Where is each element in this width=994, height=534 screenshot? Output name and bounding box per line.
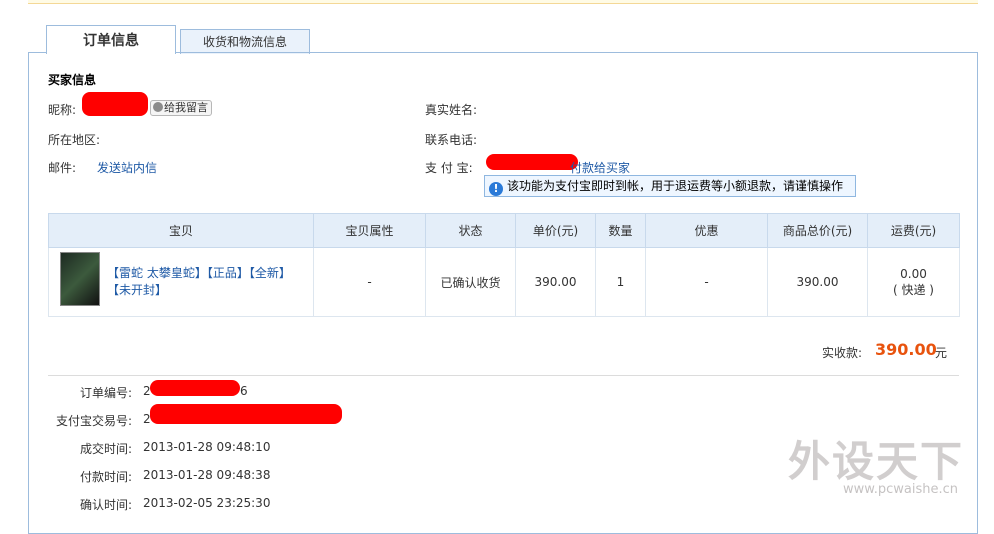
redaction-alipay-no	[150, 404, 342, 424]
alipay-no-label: 支付宝交易号:	[55, 414, 132, 428]
received-amount-value: 390.00	[875, 340, 937, 359]
item-attributes: -	[313, 247, 426, 317]
confirm-time-label: 确认时间:	[79, 498, 132, 512]
item-discount: -	[645, 247, 768, 317]
nickname-label: 昵称:	[48, 103, 77, 117]
chat-icon	[153, 102, 163, 112]
received-amount-label: 实收款:	[822, 346, 863, 360]
item-shipping-method: ( 快递 )	[893, 282, 934, 297]
real-name-label: 真实姓名:	[425, 103, 478, 117]
table-row: 【雷蛇 太攀皇蛇】【正品】【全新】【未开封】 - 已确认收货 390.00 1 …	[48, 247, 960, 317]
alipay-tip-text: 该功能为支付宝即时到帐，用于退运费等小额退款，请谨慎操作	[507, 179, 844, 193]
top-notice-bar	[28, 0, 978, 4]
tab-shipping-info[interactable]: 收货和物流信息	[180, 29, 310, 54]
column-header: 优惠	[645, 213, 768, 248]
redaction-nickname	[82, 92, 148, 116]
column-header: 宝贝	[48, 213, 314, 248]
redaction-order-no	[150, 380, 240, 396]
divider	[48, 375, 959, 376]
deal-time-label: 成交时间:	[79, 442, 132, 456]
column-header: 商品总价(元)	[767, 213, 868, 248]
pay-to-buyer-link[interactable]: 付款给买家	[570, 159, 630, 176]
leave-message-button[interactable]: 给我留言	[150, 100, 212, 116]
items-table: 宝贝 宝贝属性 状态 单价(元) 数量 优惠 商品总价(元) 运费(元) 【雷蛇…	[48, 213, 960, 317]
pay-time: 2013-01-28 09:48:38	[143, 468, 271, 482]
table-header-row: 宝贝 宝贝属性 状态 单价(元) 数量 优惠 商品总价(元) 运费(元)	[48, 213, 960, 248]
column-header: 数量	[595, 213, 646, 248]
item-shipping: 0.00	[900, 266, 927, 281]
column-header: 运费(元)	[867, 213, 960, 248]
email-label: 邮件:	[48, 161, 77, 175]
region-label: 所在地区:	[48, 133, 101, 147]
pay-time-label: 付款时间:	[79, 470, 132, 484]
column-header: 单价(元)	[515, 213, 596, 248]
column-header: 状态	[425, 213, 516, 248]
alipay-label: 支 付 宝:	[425, 161, 473, 175]
item-status: 已确认收货	[425, 247, 516, 317]
tab-order-info[interactable]: 订单信息	[46, 25, 176, 54]
alipay-tip: ! 该功能为支付宝即时到帐，用于退运费等小额退款，请谨慎操作	[484, 175, 856, 197]
confirm-time: 2013-02-05 23:25:30	[143, 496, 271, 510]
watermark-url: www.pcwaishe.cn	[843, 482, 958, 497]
order-no-label: 订单编号:	[79, 386, 132, 400]
item-quantity: 1	[595, 247, 646, 317]
send-message-link[interactable]: 发送站内信	[97, 159, 157, 176]
watermark-logo: 外设天下	[787, 437, 964, 486]
item-unit-price: 390.00	[515, 247, 596, 317]
item-total: 390.00	[767, 247, 868, 317]
leave-message-label: 给我留言	[164, 101, 208, 114]
deal-time: 2013-01-28 09:48:10	[143, 440, 271, 454]
redaction-alipay-account	[486, 154, 578, 170]
buyer-section-title: 买家信息	[48, 73, 97, 87]
item-shipping-cell: 0.00 ( 快递 )	[867, 247, 960, 317]
item-thumbnail[interactable]	[60, 252, 100, 306]
info-icon: !	[489, 182, 503, 196]
column-header: 宝贝属性	[313, 213, 426, 248]
order-no-suffix: 6	[240, 384, 248, 398]
received-amount-unit: 元	[935, 346, 948, 360]
phone-label: 联系电话:	[425, 133, 478, 147]
item-title-link[interactable]: 【雷蛇 太攀皇蛇】【正品】【全新】【未开封】	[107, 265, 297, 299]
